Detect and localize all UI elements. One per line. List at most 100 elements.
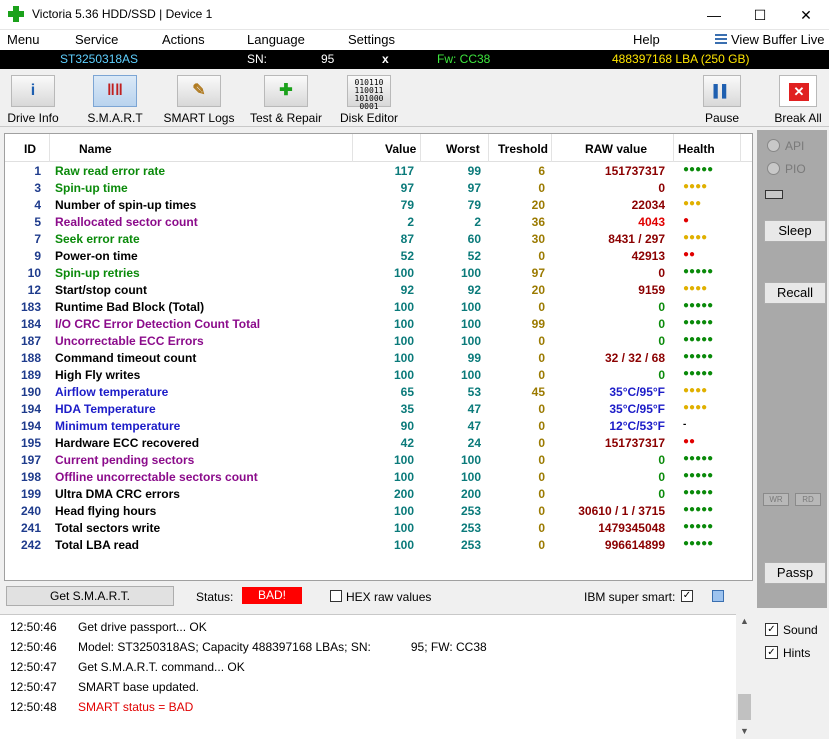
table-row[interactable]: 241 Total sectors write 100 253 0 1479345048 ●… bbox=[5, 519, 740, 536]
col-id[interactable]: ID bbox=[24, 142, 36, 156]
table-row[interactable]: 12 Start/stop count 92 92 20 9159 ●●●● bbox=[5, 281, 740, 298]
log-message: Model: ST3250318AS; Capacity 488397168 L… bbox=[78, 640, 487, 654]
menu-menu[interactable]: Menu bbox=[7, 32, 40, 47]
attr-worst: 200 bbox=[460, 487, 481, 501]
test-repair-button[interactable]: ✚ Test & Repair bbox=[246, 75, 326, 125]
pause-button[interactable]: ▌▌ Pause bbox=[700, 75, 744, 125]
table-row[interactable]: 187 Uncorrectable ECC Errors 100 100 0 0 ●●●●● bbox=[5, 332, 740, 349]
table-row[interactable]: 190 Airflow temperature 65 53 45 35°C/95°F ●●●… bbox=[5, 383, 740, 400]
maximize-button[interactable]: ☐ bbox=[737, 0, 783, 30]
smart-button[interactable]: ‖‖ S.M.A.R.T bbox=[84, 75, 146, 125]
log-message: Get S.M.A.R.T. command... OK bbox=[78, 660, 245, 674]
attr-health: ●●●●● bbox=[683, 487, 714, 498]
status-badge: BAD! bbox=[242, 587, 302, 604]
ibm-super-smart-checkbox[interactable]: ✓ bbox=[681, 590, 693, 602]
col-health[interactable]: Health bbox=[678, 142, 715, 156]
col-name[interactable]: Name bbox=[79, 142, 112, 156]
table-row[interactable]: 189 High Fly writes 100 100 0 0 ●●●●● bbox=[5, 366, 740, 383]
attr-value: 100 bbox=[393, 334, 414, 348]
table-row[interactable]: 240 Head flying hours 100 253 0 30610 / 1 / 3… bbox=[5, 502, 740, 519]
get-smart-button[interactable]: Get S.M.A.R.T. bbox=[6, 586, 174, 606]
table-row[interactable]: 5 Reallocated sector count 2 2 36 4043 ● bbox=[5, 213, 740, 230]
disk-editor-button[interactable]: 010110 110011 101000 0001 Disk Editor bbox=[338, 75, 400, 125]
table-row[interactable]: 198 Offline uncorrectable sectors count 10… bbox=[5, 468, 740, 485]
hints-label: Hints bbox=[783, 646, 811, 660]
menu-actions[interactable]: Actions bbox=[162, 32, 205, 47]
menu-language[interactable]: Language bbox=[247, 32, 305, 47]
attr-health: ●●●●● bbox=[683, 334, 714, 345]
attr-name: Start/stop count bbox=[55, 283, 147, 297]
attr-value: 200 bbox=[393, 487, 414, 501]
attr-value: 92 bbox=[400, 283, 414, 297]
attr-raw: 8431 / 297 bbox=[608, 232, 665, 246]
log-scrollbar[interactable]: ▲ ▼ bbox=[736, 614, 753, 739]
attr-worst: 253 bbox=[460, 521, 481, 535]
table-row[interactable]: 199 Ultra DMA CRC errors 200 200 0 0 ●●●●● bbox=[5, 485, 740, 502]
table-row[interactable]: 3 Spin-up time 97 97 0 0 ●●●● bbox=[5, 179, 740, 196]
view-buffer-live[interactable]: View Buffer Live bbox=[715, 32, 824, 47]
col-raw[interactable]: RAW value bbox=[585, 142, 647, 156]
attr-raw: 30610 / 1 / 3715 bbox=[578, 504, 665, 518]
ibm-indicator[interactable] bbox=[712, 590, 724, 602]
table-row[interactable]: 188 Command timeout count 100 99 0 32 / 32 / … bbox=[5, 349, 740, 366]
attr-raw: 0 bbox=[658, 334, 665, 348]
table-row[interactable]: 7 Seek error rate 87 60 30 8431 / 297 ●●●● bbox=[5, 230, 740, 247]
log-line: 12:50:46 Get drive passport... OK bbox=[10, 620, 207, 634]
col-value[interactable]: Value bbox=[385, 142, 416, 156]
attr-worst: 99 bbox=[467, 351, 481, 365]
table-row[interactable]: 242 Total LBA read 100 253 0 996614899 ●●●●● bbox=[5, 536, 740, 553]
hints-checkbox[interactable]: ✓ bbox=[765, 646, 778, 659]
menu-service[interactable]: Service bbox=[75, 32, 118, 47]
attr-worst: 24 bbox=[467, 436, 481, 450]
attr-threshold: 0 bbox=[538, 470, 545, 484]
recall-button[interactable]: Recall bbox=[764, 282, 826, 304]
scroll-up-icon[interactable]: ▲ bbox=[736, 616, 753, 626]
smart-logs-button[interactable]: ✎ SMART Logs bbox=[162, 75, 236, 125]
table-row[interactable]: 195 Hardware ECC recovered 42 24 0 151737317 ●… bbox=[5, 434, 740, 451]
attr-threshold: 0 bbox=[538, 419, 545, 433]
col-worst[interactable]: Worst bbox=[446, 142, 480, 156]
table-row[interactable]: 184 I/O CRC Error Detection Count Total 10… bbox=[5, 315, 740, 332]
attr-threshold: 0 bbox=[538, 453, 545, 467]
table-row[interactable]: 9 Power-on time 52 52 0 42913 ●● bbox=[5, 247, 740, 264]
menu-settings[interactable]: Settings bbox=[348, 32, 395, 47]
pio-radio[interactable] bbox=[767, 162, 780, 175]
attr-health: ●●● bbox=[683, 198, 702, 209]
close-button[interactable]: ✕ bbox=[783, 0, 829, 30]
hex-raw-checkbox[interactable] bbox=[330, 590, 342, 602]
table-row[interactable]: 183 Runtime Bad Block (Total) 100 100 0 0 ●●●●… bbox=[5, 298, 740, 315]
api-radio[interactable] bbox=[767, 139, 780, 152]
table-row[interactable]: 194 Minimum temperature 90 47 0 12°C/53°F - bbox=[5, 417, 740, 434]
scroll-thumb[interactable] bbox=[738, 694, 751, 720]
attr-id: 199 bbox=[20, 487, 41, 501]
title-bar: Victoria 5.36 HDD/SSD | Device 1 — ☐ ✕ bbox=[0, 0, 829, 30]
drive-info-button[interactable]: i Drive Info bbox=[4, 75, 62, 125]
attr-name: Spin-up retries bbox=[55, 266, 140, 280]
table-row[interactable]: 1 Raw read error rate 117 99 6 151737317 ●●●●● bbox=[5, 162, 740, 179]
hex-raw-label: HEX raw values bbox=[346, 590, 432, 604]
attr-health: ●●●●● bbox=[683, 521, 714, 532]
table-row[interactable]: 10 Spin-up retries 100 100 97 0 ●●●●● bbox=[5, 264, 740, 281]
attr-name: Runtime Bad Block (Total) bbox=[55, 300, 205, 314]
smart-logs-label: SMART Logs bbox=[163, 111, 235, 125]
break-all-button[interactable]: ✕ Break All bbox=[770, 75, 826, 125]
table-row[interactable]: 194 HDA Temperature 35 47 0 35°C/95°F ●●●● bbox=[5, 400, 740, 417]
minimize-button[interactable]: — bbox=[691, 0, 737, 30]
attr-raw: 32 / 32 / 68 bbox=[604, 351, 665, 365]
attr-health: ●●●● bbox=[683, 402, 708, 413]
table-row[interactable]: 4 Number of spin-up times 79 79 20 22034 ●●● bbox=[5, 196, 740, 213]
status-label: Status: bbox=[196, 590, 234, 604]
attr-threshold: 20 bbox=[531, 198, 545, 212]
col-threshold[interactable]: Treshold bbox=[498, 142, 548, 156]
table-row[interactable]: 197 Current pending sectors 100 100 0 0 ●●●●● bbox=[5, 451, 740, 468]
attr-id: 194 bbox=[20, 419, 41, 433]
sleep-button[interactable]: Sleep bbox=[764, 220, 826, 242]
passp-button[interactable]: Passp bbox=[764, 562, 826, 584]
attr-health: ●●●● bbox=[683, 181, 708, 192]
scroll-down-icon[interactable]: ▼ bbox=[736, 726, 753, 736]
attr-raw: 996614899 bbox=[604, 538, 665, 552]
attr-id: 187 bbox=[20, 334, 41, 348]
menu-help[interactable]: Help bbox=[633, 32, 660, 47]
sound-checkbox[interactable]: ✓ bbox=[765, 623, 778, 636]
log-panel: 12:50:46 Get drive passport... OK 12:50:46… bbox=[0, 614, 753, 739]
